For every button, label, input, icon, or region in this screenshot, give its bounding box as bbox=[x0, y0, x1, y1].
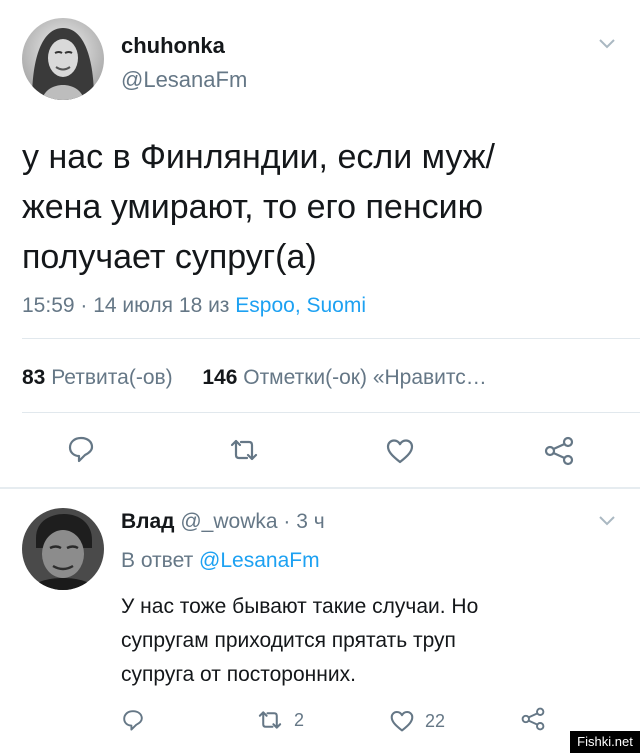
retweet-count[interactable]: 83 bbox=[22, 366, 45, 389]
share-button[interactable] bbox=[543, 436, 575, 466]
tweet-text-line: у нас в Финляндии, если муж/ bbox=[22, 138, 495, 176]
tweet-stats: 83 Ретвита(-ов) 146 Отметки(-ок) «Нравит… bbox=[22, 366, 487, 390]
watermark-label: Fishki.net bbox=[570, 731, 640, 753]
chevron-down-icon[interactable] bbox=[598, 38, 616, 50]
reply-like-button[interactable]: 22 bbox=[389, 709, 445, 733]
reply-text: У нас тоже бывают такие случаи. Но супру… bbox=[121, 590, 621, 692]
reply-header: Влад @_wowka · 3 ч bbox=[121, 510, 325, 534]
reply-icon bbox=[123, 710, 143, 731]
section-divider bbox=[0, 487, 640, 489]
reply-like-count: 22 bbox=[425, 710, 446, 731]
reply-reply-button[interactable] bbox=[121, 708, 145, 732]
author-avatar[interactable] bbox=[22, 18, 104, 100]
retweet-label[interactable]: Ретвита(-ов) bbox=[51, 366, 172, 389]
tweet-text: у нас в Финляндии, если муж/ жена умираю… bbox=[22, 132, 622, 282]
tweet-time: 15:59 · 14 июля 18 из bbox=[22, 294, 236, 317]
retweet-icon bbox=[258, 711, 282, 729]
tweet-location-link[interactable]: Espoo, Suomi bbox=[235, 294, 366, 317]
retweet-button[interactable] bbox=[228, 437, 260, 463]
reply-icon bbox=[68, 436, 94, 463]
reply-text-line: У нас тоже бывают такие случаи. Но bbox=[121, 595, 479, 618]
retweet-icon bbox=[230, 439, 258, 461]
reply-button[interactable] bbox=[66, 434, 96, 464]
share-icon bbox=[521, 707, 545, 731]
reply-retweet-count: 2 bbox=[294, 709, 305, 730]
in-reply-prefix: В ответ bbox=[121, 549, 200, 572]
tweet-timestamp: 15:59 · 14 июля 18 из Espoo, Suomi bbox=[22, 294, 366, 318]
reply-share-button[interactable] bbox=[520, 707, 546, 731]
in-reply-to: В ответ @LesanaFm bbox=[121, 549, 320, 573]
like-button[interactable] bbox=[385, 437, 415, 465]
tweet-text-line: получает супруг(а) bbox=[22, 238, 317, 276]
reply-text-line: супругам приходится прятать труп bbox=[121, 629, 456, 652]
author-handle[interactable]: @LesanaFm bbox=[121, 67, 247, 93]
reply-avatar[interactable] bbox=[22, 508, 104, 590]
reply-handle-time[interactable]: @_wowka · 3 ч bbox=[180, 510, 324, 533]
chevron-down-icon[interactable] bbox=[598, 515, 616, 527]
tweet-text-line: жена умирают, то его пенсию bbox=[22, 188, 484, 226]
reply-retweet-button[interactable]: 2 bbox=[256, 709, 304, 731]
heart-icon bbox=[390, 710, 414, 732]
likes-count[interactable]: 146 bbox=[202, 366, 237, 389]
heart-icon bbox=[386, 439, 414, 464]
divider bbox=[22, 338, 640, 339]
share-icon bbox=[544, 436, 574, 466]
reply-text-line: супруга от посторонних. bbox=[121, 663, 356, 686]
reply-display-name[interactable]: Влад bbox=[121, 510, 175, 533]
divider bbox=[22, 412, 640, 413]
in-reply-handle-link[interactable]: @LesanaFm bbox=[199, 549, 320, 572]
likes-label[interactable]: Отметки(-ок) «Нравитс… bbox=[243, 366, 487, 389]
author-display-name[interactable]: chuhonka bbox=[121, 33, 225, 59]
